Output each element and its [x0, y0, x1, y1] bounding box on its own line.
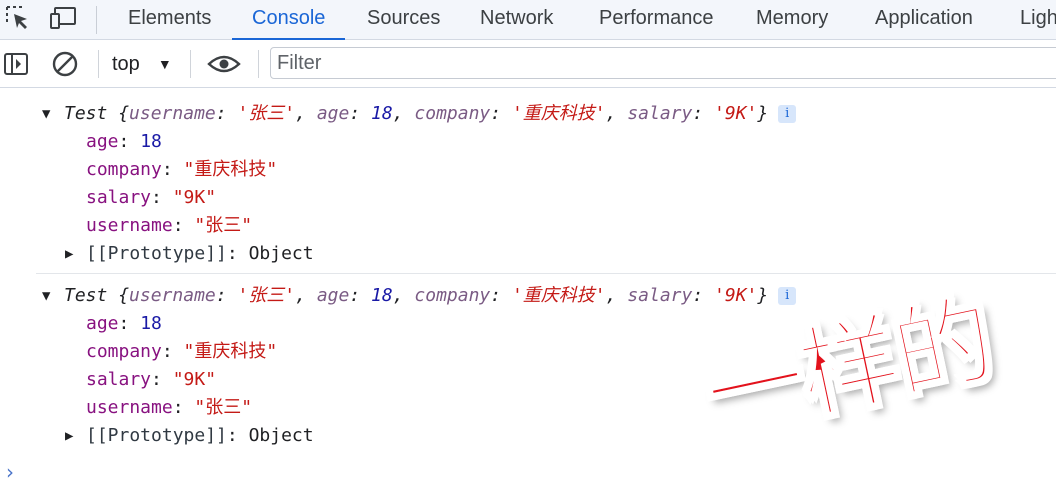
- console-prompt-icon[interactable]: ›: [6, 460, 14, 484]
- expand-triangle-down-icon[interactable]: ▼: [42, 100, 50, 128]
- console-toolbar: top ▼: [0, 40, 1056, 88]
- tab-performance[interactable]: Performance: [579, 0, 734, 40]
- tab-network[interactable]: Network: [460, 0, 573, 40]
- toolbar-separator: [258, 50, 259, 78]
- property-row: age: 18: [86, 313, 162, 334]
- class-name: Test: [64, 285, 108, 306]
- clear-console-icon[interactable]: [48, 46, 82, 82]
- filter-input[interactable]: [270, 47, 1056, 79]
- tab-application[interactable]: Application: [855, 0, 993, 40]
- tabbar-separator: [96, 6, 97, 34]
- sidebar-toggle-icon[interactable]: [0, 46, 32, 82]
- property-row: salary: "9K": [86, 369, 217, 390]
- property-row: username: "张三": [86, 397, 253, 418]
- expand-triangle-right-icon[interactable]: ▶: [65, 422, 73, 450]
- tab-console[interactable]: Console: [232, 0, 346, 40]
- tab-elements[interactable]: Elements: [108, 0, 231, 40]
- expand-triangle-right-icon[interactable]: ▶: [65, 240, 73, 268]
- live-expression-eye-icon[interactable]: [204, 46, 244, 82]
- property-row: company: "重庆科技": [86, 159, 278, 180]
- property-row: age: 18: [86, 131, 162, 152]
- context-value: top: [112, 52, 140, 75]
- toolbar-separator: [98, 50, 99, 78]
- devtools-tab-bar: Elements Console Sources Network Perform…: [0, 0, 1056, 40]
- inspect-element-icon[interactable]: [0, 0, 36, 36]
- expand-triangle-down-icon[interactable]: ▼: [42, 282, 50, 310]
- context-selector[interactable]: top ▼: [112, 46, 172, 82]
- dropdown-caret-icon: ▼: [157, 56, 172, 72]
- info-icon[interactable]: i: [778, 105, 797, 123]
- property-row: username: "张三": [86, 215, 253, 236]
- device-toolbar-icon[interactable]: [46, 0, 82, 36]
- tab-lighthouse[interactable]: Ligh: [1000, 0, 1056, 40]
- tab-memory[interactable]: Memory: [736, 0, 848, 40]
- property-row: company: "重庆科技": [86, 341, 278, 362]
- property-row: salary: "9K": [86, 187, 217, 208]
- class-name: Test: [64, 103, 108, 124]
- toolbar-separator: [190, 50, 191, 78]
- tab-sources[interactable]: Sources: [347, 0, 460, 40]
